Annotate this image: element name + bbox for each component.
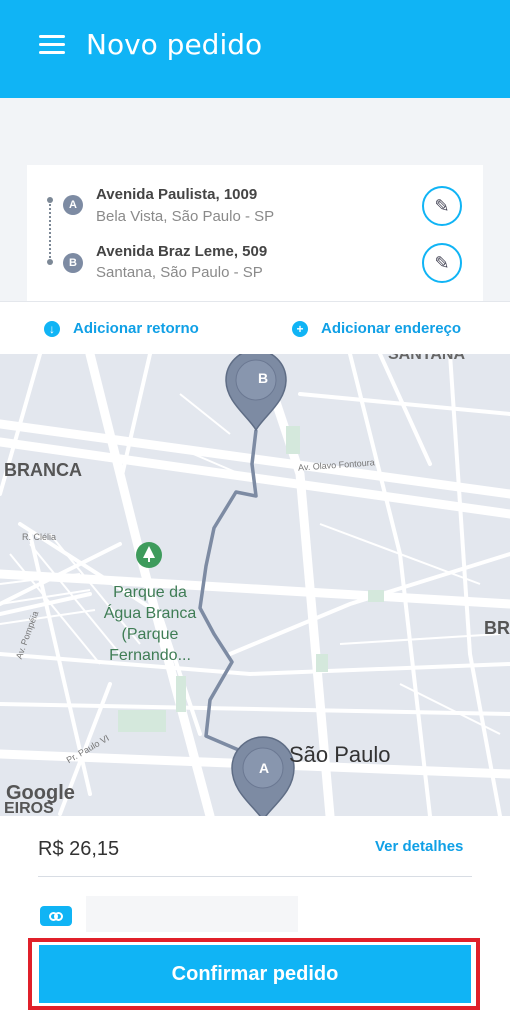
route-map[interactable]: B A SANTANA BRANCA Av. Olavo Fontoura R.… — [0, 354, 510, 816]
hamburger-menu-icon[interactable] — [39, 35, 65, 55]
arrow-down-circle-icon: ↓ — [44, 320, 60, 337]
address-card: A Avenida Paulista, 1009 Bela Vista, São… — [27, 165, 483, 301]
origin-street: Avenida Paulista, 1009 — [96, 186, 258, 203]
map-label-sao-paulo: São Paulo — [289, 742, 391, 767]
pin-b-label: B — [257, 370, 269, 386]
origin-badge: A — [63, 195, 83, 215]
pin-a-icon — [231, 736, 295, 816]
address-actions-bar: ↓ Adicionar retorno + Adicionar endereço — [0, 301, 510, 354]
route-connector — [49, 200, 51, 262]
origin-area: Bela Vista, São Paulo - SP — [96, 208, 275, 225]
plus-circle-icon: + — [292, 320, 308, 337]
map-label-bra: BRA — [484, 618, 510, 638]
add-address-label: Adicionar endereço — [321, 320, 462, 337]
confirm-order-button[interactable]: Confirmar pedido — [39, 945, 471, 1003]
map-label-clelia: R. Clélia — [22, 532, 57, 542]
route-path — [198, 429, 264, 768]
map-label-branca: BRANCA — [4, 460, 82, 480]
park-marker-icon — [136, 542, 162, 568]
destination-badge: B — [63, 253, 83, 273]
map-label-park: Parque da Água Branca (Parque Fernando..… — [103, 584, 197, 664]
order-summary-panel: R$ 26,15 Ver detalhes Confirmar pedido — [0, 816, 510, 1024]
destination-area: Santana, São Paulo - SP — [96, 264, 263, 281]
credit-card-icon[interactable] — [40, 906, 72, 926]
destination-street: Avenida Braz Leme, 509 — [96, 243, 268, 260]
add-address-button[interactable]: + Adicionar endereço — [292, 320, 461, 337]
app-bar: Novo pedido — [0, 0, 510, 98]
view-details-link[interactable]: Ver detalhes — [375, 838, 463, 855]
payment-method-field[interactable] — [86, 896, 298, 932]
page-title: Novo pedido — [86, 28, 263, 61]
route-dot-start — [47, 197, 53, 203]
google-attribution: Google — [6, 782, 75, 804]
edit-destination-button[interactable]: ✎ — [422, 243, 462, 283]
add-return-button[interactable]: ↓ Adicionar retorno — [44, 320, 199, 337]
route-dot-end — [47, 259, 53, 265]
map-canvas — [0, 354, 510, 816]
edit-origin-button[interactable]: ✎ — [422, 186, 462, 226]
price-value: R$ 26,15 — [38, 838, 120, 860]
map-label-santana: SANTANA — [388, 354, 466, 363]
pencil-icon: ✎ — [434, 252, 450, 273]
add-return-label: Adicionar retorno — [73, 320, 199, 337]
pin-a-label: A — [258, 760, 270, 776]
divider — [38, 876, 472, 877]
pencil-icon: ✎ — [434, 195, 450, 216]
